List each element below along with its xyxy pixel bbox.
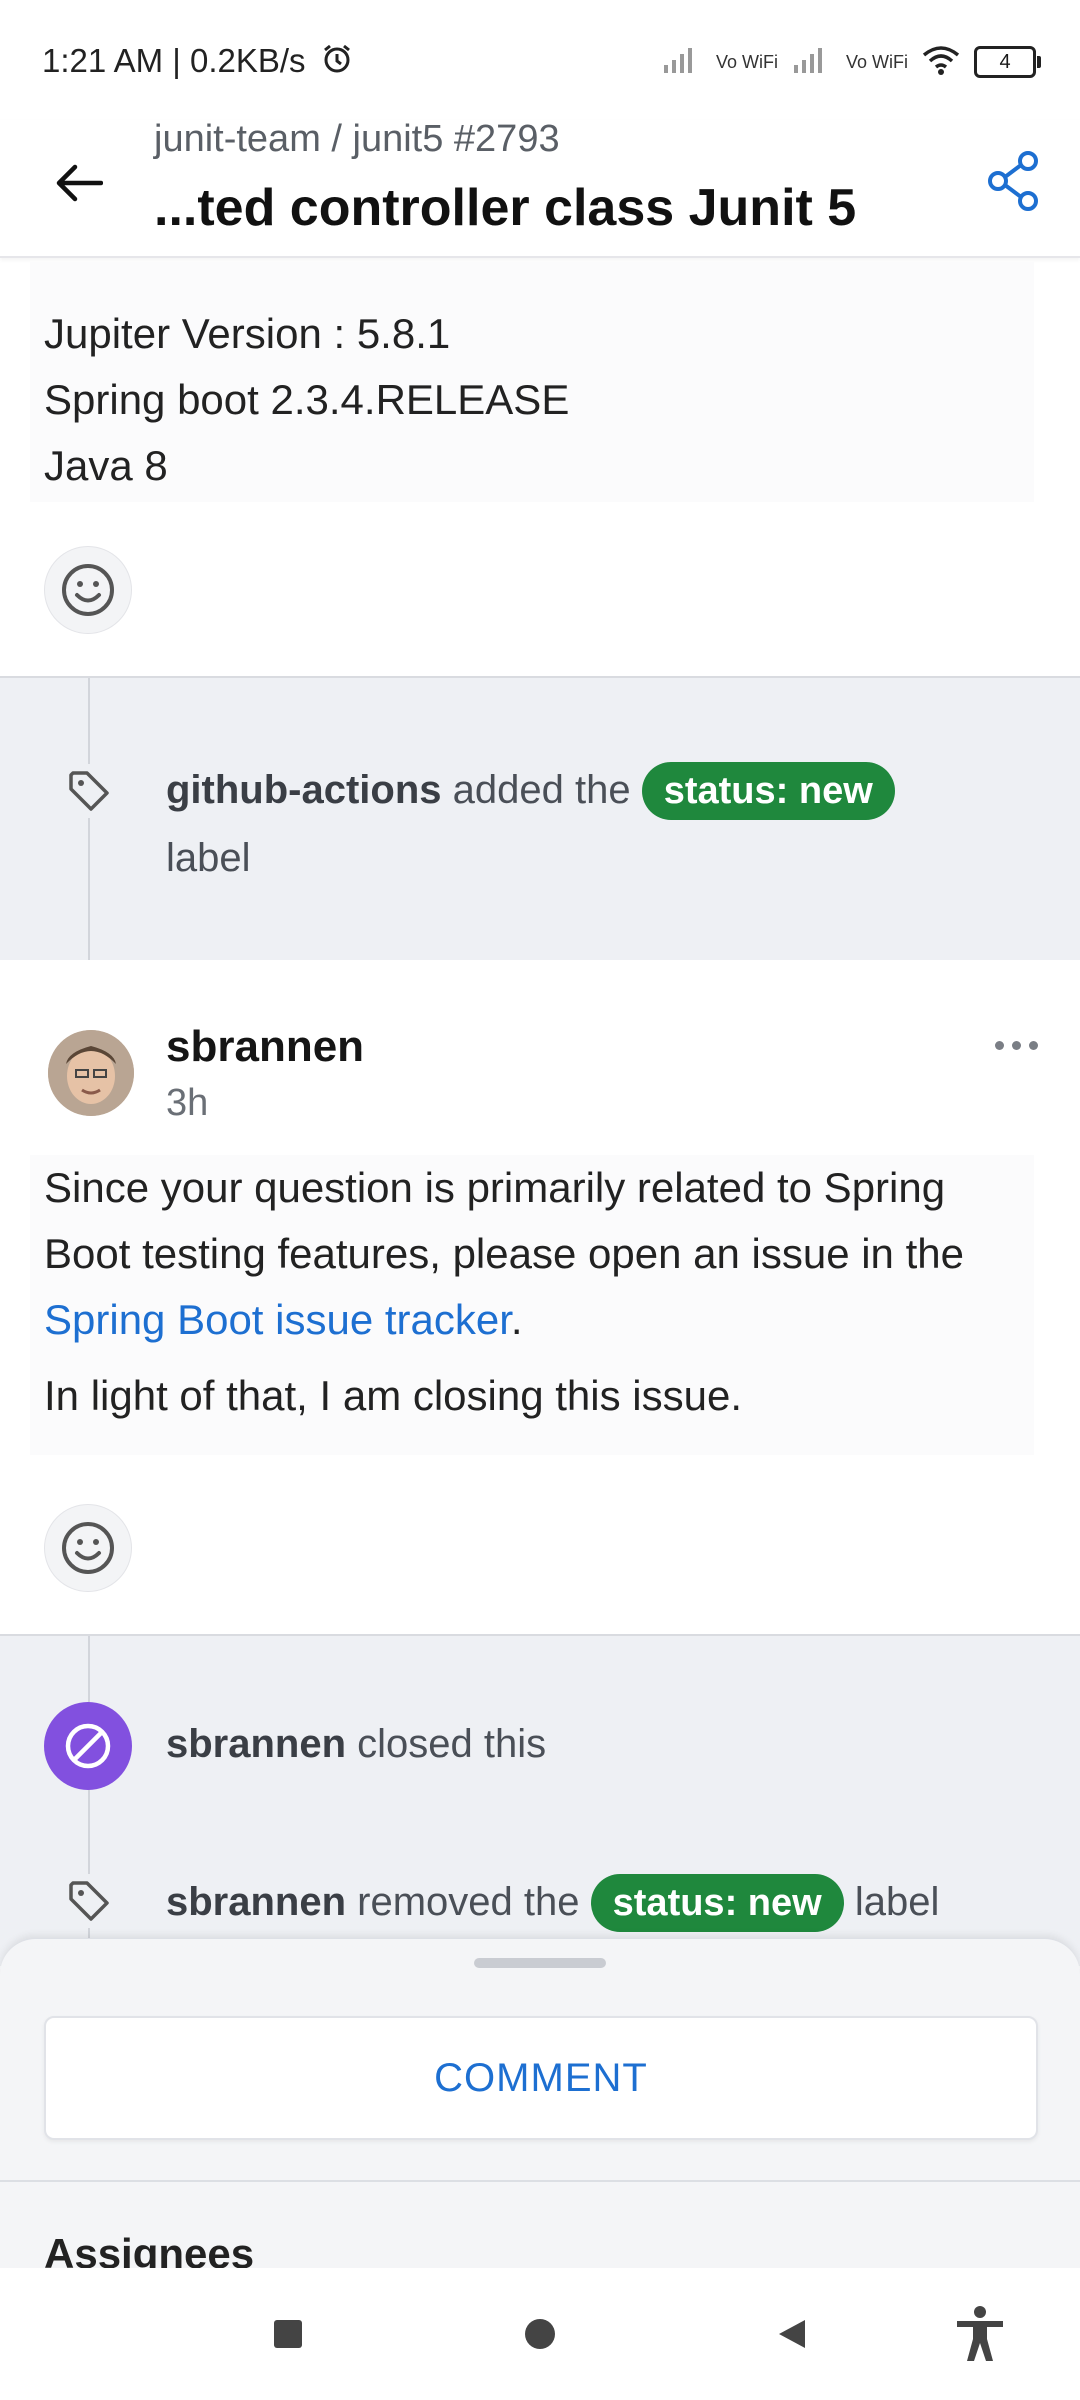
repo-breadcrumb[interactable]: junit-team / junit5 #2793 [154,118,560,161]
status-time-text: 1:21 AM | 0.2KB/s [42,42,306,79]
status-time: 1:21 AM | 0.2KB/s [42,42,353,83]
status-label-badge[interactable]: status: new [590,1874,844,1932]
comment-button[interactable]: COMMENT [44,2016,1038,2140]
comment-timestamp: 3h [166,1082,209,1124]
closed-circle-icon [44,1702,132,1790]
tag-icon [62,764,116,818]
circle-icon [525,2319,555,2349]
status-icons: Vo WiFi Vo WiFi 4 [662,40,1041,84]
back-nav-button[interactable] [742,2284,842,2384]
tag-icon [62,1874,116,1928]
accessibility-button[interactable] [930,2284,1030,2384]
event-actor[interactable]: sbrannen [166,1880,346,1924]
event-actor[interactable]: sbrannen [166,1722,346,1766]
body-line: Jupiter Version : 5.8.1 [44,310,451,357]
arrow-left-icon [56,164,103,202]
comment-paragraph-1: Since your question is primarily related… [44,1155,1024,1353]
timeline-event-unlabeled: sbrannen removed the status: new label [166,1868,939,1936]
triangle-back-icon [779,2320,805,2348]
event-actor[interactable]: github-actions [166,768,442,812]
home-button[interactable] [490,2284,590,2384]
alarm-icon [321,43,353,83]
share-icon [988,151,1038,211]
issue-body: Jupiter Version : 5.8.1 Spring boot 2.3.… [30,262,1034,502]
vowifi-label-2: Vo WiFi [845,52,908,72]
body-line: Java 8 [44,442,168,489]
event-action: closed this [357,1722,547,1766]
signal-icon [662,45,702,80]
timeline-event-closed: sbrannen closed this [166,1710,546,1778]
sheet-drag-handle[interactable] [474,1958,606,1968]
wifi-icon [922,45,960,80]
smiley-icon [62,564,114,616]
back-button[interactable] [40,145,116,221]
avatar[interactable] [48,1030,134,1116]
square-icon [274,2320,302,2348]
comment-body: Since your question is primarily related… [30,1155,1034,1455]
more-dot-icon [1028,1040,1038,1050]
battery-icon: 4 [974,46,1041,78]
divider [0,2180,1080,2182]
body-line: Spring boot 2.3.4.RELEASE [44,376,570,423]
event-suffix: label [166,836,251,880]
comment-text-end: . [510,1296,523,1343]
share-button[interactable] [978,146,1048,216]
event-action: added the [452,768,631,812]
page-title: ...ted controller class Junit 5 [154,179,857,237]
signal-icon-2 [792,45,832,80]
spring-boot-tracker-link[interactable]: Spring Boot issue tracker [44,1296,511,1343]
more-dot-icon [994,1040,1004,1050]
timeline-line [88,678,90,960]
more-options-button[interactable] [986,1030,1046,1060]
event-suffix: label [854,1880,940,1924]
comment-text: Since your question is primarily related… [44,1164,964,1277]
comment-author[interactable]: sbrannen [166,1022,364,1072]
timeline-event-labeled: github-actions added the status: new lab… [166,756,1046,892]
add-reaction-button-2[interactable] [44,1504,132,1592]
add-reaction-button[interactable] [44,546,132,634]
recents-button[interactable] [238,2284,338,2384]
status-label-badge[interactable]: status: new [641,762,895,820]
accessibility-icon [957,2306,1003,2361]
comment-paragraph-2: In light of that, I am closing this issu… [44,1372,743,1419]
vowifi-label-1: Vo WiFi [715,52,778,72]
event-action: removed the [357,1880,580,1924]
smiley-icon [62,1522,114,1574]
more-dot-icon [1011,1040,1021,1050]
